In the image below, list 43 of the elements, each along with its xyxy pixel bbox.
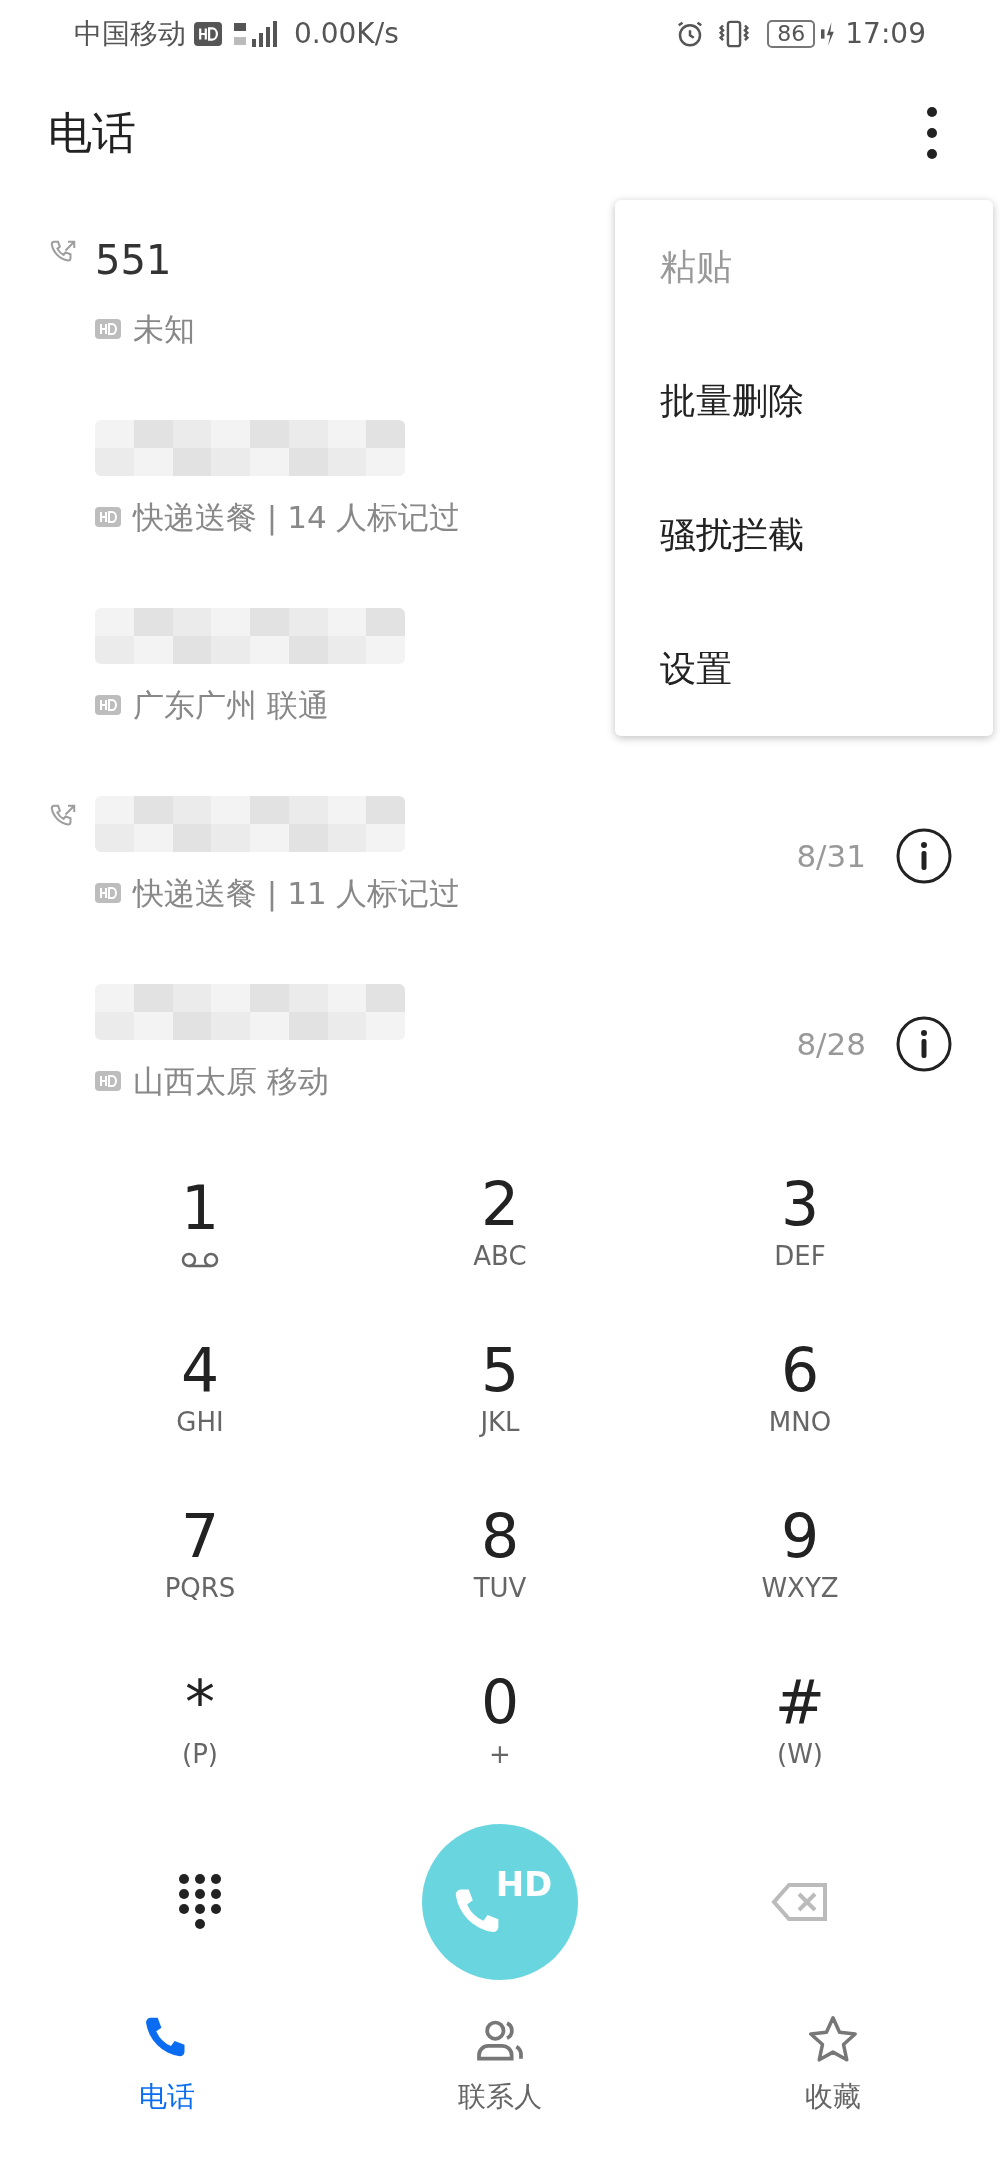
page-title: 电话: [48, 106, 136, 160]
dial-key[interactable]: 4 GHI: [50, 1304, 350, 1470]
clock-time: 17:09: [845, 16, 926, 52]
hd-icon: [95, 883, 121, 903]
battery-icon: 86: [767, 20, 816, 48]
call-detail: 快递送餐 | 11 人标记过: [133, 873, 461, 914]
dialpad-icon[interactable]: [177, 1873, 223, 1931]
hd-icon: [95, 695, 121, 715]
voicemail-icon: [180, 1251, 220, 1269]
dial-key[interactable]: 6 MNO: [650, 1304, 950, 1470]
nav-tab[interactable]: 收藏: [666, 2012, 1000, 2157]
call-detail: 广东广州 联通: [133, 685, 329, 725]
vibrate-icon: [717, 19, 752, 49]
menu-item[interactable]: 设置: [615, 602, 993, 736]
nav-tab[interactable]: 电话: [0, 2012, 334, 2157]
menu-item[interactable]: 批量删除: [615, 334, 993, 468]
dial-key[interactable]: 2 ABC: [350, 1138, 650, 1304]
carrier-label: 中国移动: [74, 16, 186, 52]
call-detail: 山西太原 移动: [133, 1061, 329, 1101]
dial-key[interactable]: 1: [50, 1138, 350, 1304]
info-icon[interactable]: [896, 828, 952, 884]
dial-key[interactable]: # (W): [650, 1636, 950, 1802]
dial-key[interactable]: 9 WXYZ: [650, 1470, 950, 1636]
hd-icon: [95, 507, 121, 527]
dial-key[interactable]: 8 TUV: [350, 1470, 650, 1636]
dial-key[interactable]: 3 DEF: [650, 1138, 950, 1304]
dial-key[interactable]: 7 PQRS: [50, 1470, 350, 1636]
hd-icon: [95, 319, 121, 339]
info-icon[interactable]: [896, 1016, 952, 1072]
phone-number: 551: [95, 235, 173, 285]
dial-key[interactable]: 0 +: [350, 1636, 650, 1802]
more-menu-icon[interactable]: [924, 106, 940, 160]
call-date: 8/31: [796, 836, 866, 876]
network-speed: 0.00K/s: [294, 16, 399, 52]
dial-key[interactable]: 5 JKL: [350, 1304, 650, 1470]
nav-tab[interactable]: 联系人: [333, 2012, 667, 2157]
hd-icon: [194, 22, 222, 46]
call-detail: 未知: [133, 309, 195, 349]
menu-item[interactable]: 骚扰拦截: [615, 468, 993, 602]
hd-icon: [95, 1071, 121, 1091]
call-detail: 快递送餐 | 14 人标记过: [133, 497, 461, 538]
call-date: 8/28: [796, 1024, 866, 1064]
dial-key[interactable]: * (P): [50, 1636, 350, 1802]
